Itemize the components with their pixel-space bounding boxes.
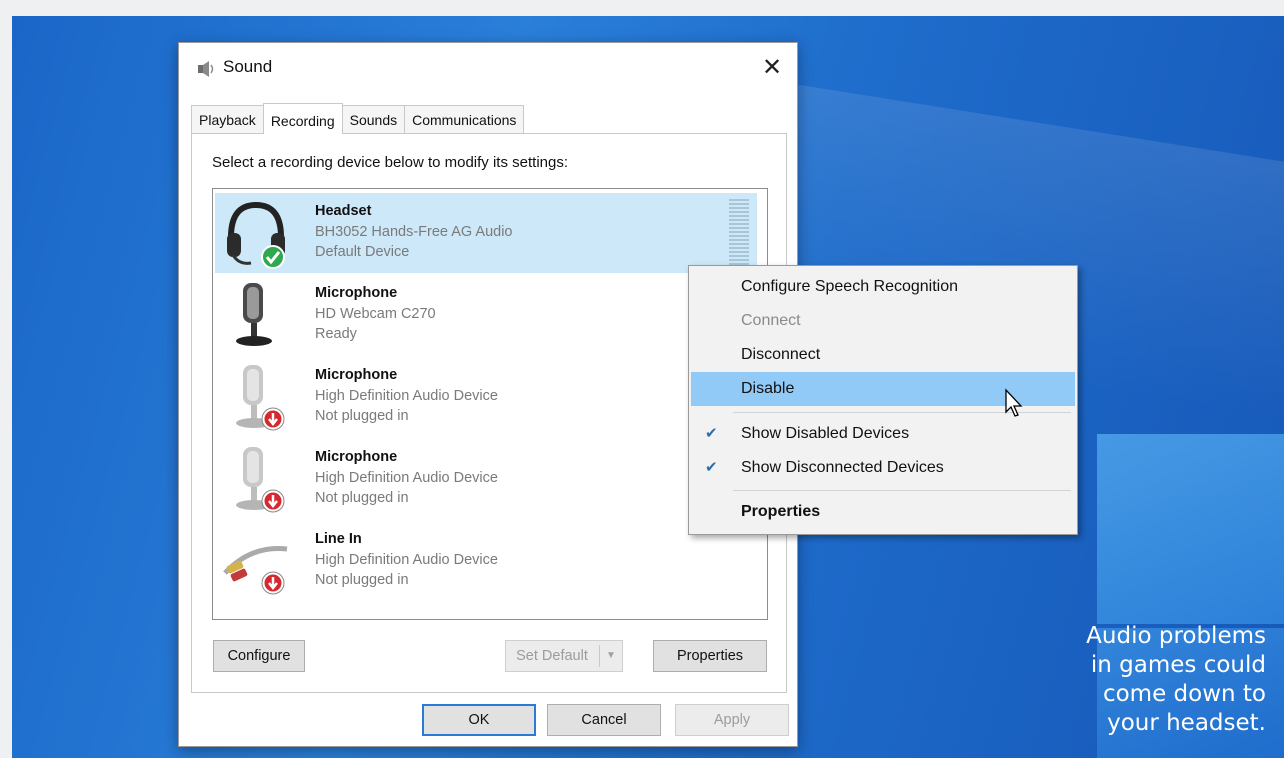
menu-item-disconnect[interactable]: Disconnect	[691, 338, 1075, 372]
menu-separator	[733, 490, 1071, 491]
set-default-label: Set Default	[516, 648, 588, 664]
speaker-icon	[198, 61, 214, 77]
device-status: Not plugged in	[315, 572, 409, 588]
menu-item-connect[interactable]: Connect	[691, 304, 1075, 338]
device-description: High Definition Audio Device	[315, 470, 498, 486]
microphone-icon	[236, 447, 285, 513]
tab-communications[interactable]: Communications	[404, 105, 525, 133]
configure-button[interactable]: Configure	[213, 640, 305, 672]
microphone-icon	[236, 365, 285, 431]
device-row-microphone[interactable]: Microphone High Definition Audio Device …	[215, 439, 757, 519]
menu-item-label: Configure Speech Recognition	[741, 278, 959, 295]
device-row-headset[interactable]: Headset BH3052 Hands-Free AG Audio Defau…	[215, 193, 757, 273]
device-status: Default Device	[315, 244, 410, 260]
device-row-microphone[interactable]: Microphone HD Webcam C270 Ready	[215, 275, 757, 355]
check-icon: ✔	[705, 459, 718, 476]
caption-text: Audio problems in games could come down …	[1006, 622, 1266, 738]
device-list: Headset BH3052 Hands-Free AG Audio Defau…	[212, 188, 768, 620]
tab-playback[interactable]: Playback	[191, 105, 264, 133]
menu-item-show-disconnected[interactable]: ✔ Show Disconnected Devices	[691, 451, 1075, 485]
caption-line: in games could	[1090, 652, 1266, 678]
close-button[interactable]: ✕	[757, 53, 787, 83]
title-bar[interactable]: Sound ✕	[179, 43, 797, 93]
menu-item-configure-speech[interactable]: Configure Speech Recognition	[691, 270, 1075, 304]
menu-item-label: Disconnect	[741, 346, 821, 363]
cancel-button[interactable]: Cancel	[547, 704, 661, 736]
apply-button[interactable]: Apply	[675, 704, 789, 736]
ok-button[interactable]: OK	[422, 704, 536, 736]
device-name: Microphone	[315, 449, 398, 465]
level-meter	[729, 199, 749, 265]
menu-item-label: Disable	[741, 380, 795, 397]
menu-item-show-disabled[interactable]: ✔ Show Disabled Devices	[691, 417, 1075, 451]
device-row-line-in[interactable]: Line In High Definition Audio Device Not…	[215, 521, 757, 601]
check-icon: ✔	[705, 425, 718, 442]
device-status: Not plugged in	[315, 490, 409, 506]
device-description: HD Webcam C270	[315, 306, 436, 322]
wallpaper-window-pane	[1097, 434, 1284, 624]
device-name: Microphone	[315, 285, 398, 301]
line-in-cable-icon	[223, 546, 288, 595]
device-name: Line In	[315, 531, 362, 547]
device-status: Not plugged in	[315, 408, 409, 424]
menu-item-label: Show Disabled Devices	[741, 425, 910, 442]
tab-sounds[interactable]: Sounds	[341, 105, 406, 133]
dialog-title: Sound	[223, 57, 273, 76]
set-default-button[interactable]: Set Default ▼	[505, 640, 623, 672]
microphone-icon	[236, 283, 272, 346]
menu-item-label: Show Disconnected Devices	[741, 459, 944, 476]
device-name: Microphone	[315, 367, 398, 383]
instruction-text: Select a recording device below to modif…	[212, 154, 569, 171]
menu-item-properties[interactable]: Properties	[691, 495, 1075, 529]
chevron-down-icon[interactable]: ▼	[599, 645, 622, 667]
properties-button[interactable]: Properties	[653, 640, 767, 672]
menu-item-label: Properties	[741, 503, 821, 520]
device-name: Headset	[315, 203, 372, 219]
device-description: High Definition Audio Device	[315, 552, 498, 568]
caption-line: Audio problems	[1086, 623, 1266, 649]
headset-icon	[227, 201, 285, 269]
device-description: BH3052 Hands-Free AG Audio	[315, 224, 513, 240]
mouse-pointer-icon	[1005, 388, 1023, 417]
caption-line: your headset.	[1107, 710, 1266, 736]
device-row-microphone[interactable]: Microphone High Definition Audio Device …	[215, 357, 757, 437]
menu-item-label: Connect	[741, 312, 801, 329]
device-description: High Definition Audio Device	[315, 388, 498, 404]
check-badge-icon	[261, 245, 285, 269]
tab-bar: Playback Recording Sounds Communications	[191, 103, 525, 134]
caption-line: come down to	[1102, 681, 1266, 707]
tab-recording[interactable]: Recording	[262, 103, 343, 134]
device-status: Ready	[315, 326, 357, 342]
